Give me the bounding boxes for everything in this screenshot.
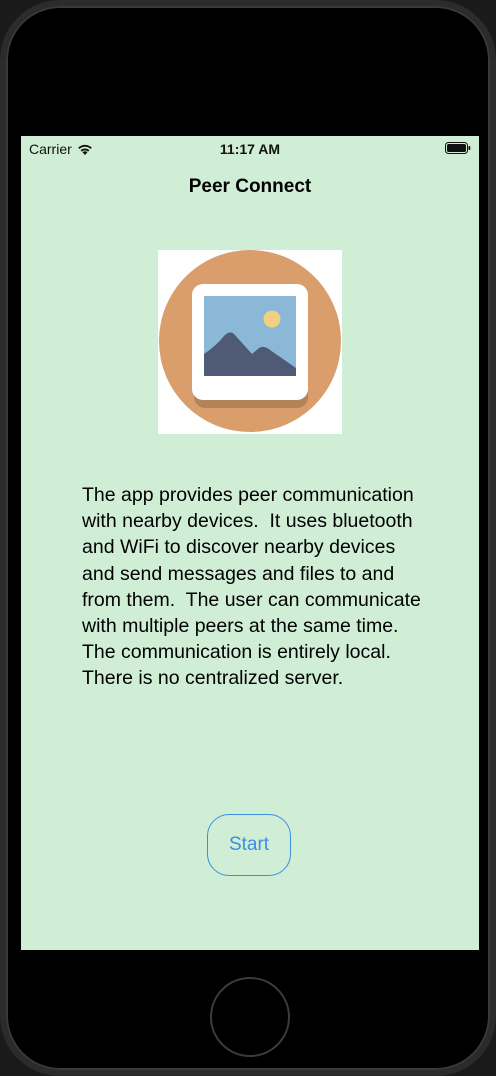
status-time: 11:17 AM [219, 141, 281, 157]
photo-icon [159, 250, 341, 432]
home-button[interactable] [210, 977, 290, 1057]
app-description: The app provides peer communication with… [82, 484, 427, 690]
status-bar: Carrier 11:17 AM [21, 136, 479, 162]
battery-icon [445, 142, 471, 154]
app-image [158, 250, 342, 434]
start-button[interactable]: Start [207, 814, 291, 876]
page-title: Peer Connect [188, 176, 312, 197]
app-screen: Carrier 11:17 AM Peer Connect The app pr… [21, 136, 479, 950]
